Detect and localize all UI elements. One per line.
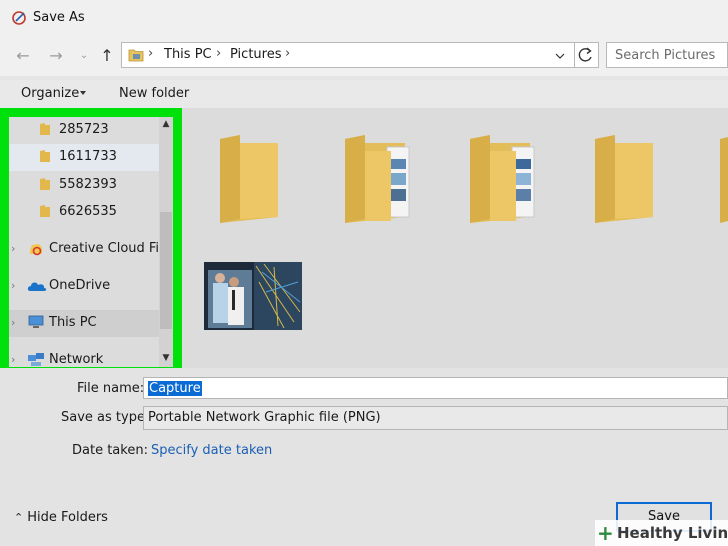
image-thumbnail[interactable] xyxy=(204,262,302,330)
expand-chevron-icon[interactable]: › xyxy=(11,353,15,366)
folder-icon[interactable] xyxy=(718,133,728,225)
nav-item-label: 5582393 xyxy=(59,177,117,192)
nav-item-folder-6626535[interactable]: 6626535 xyxy=(9,199,159,226)
folder-icon xyxy=(40,123,50,135)
address-dropdown-icon[interactable] xyxy=(552,49,568,63)
window-title: Save As xyxy=(33,10,85,25)
watermark-text: Healthy Living xyxy=(617,524,728,542)
forward-arrow-icon[interactable]: → xyxy=(46,46,66,66)
chevron-up-icon: ⌃ xyxy=(14,511,24,524)
organize-button[interactable]: Organize xyxy=(21,86,79,101)
folder-icon xyxy=(40,150,50,162)
folder-with-files-icon[interactable] xyxy=(468,133,538,225)
nav-item-label: 6626535 xyxy=(59,204,117,219)
save-as-type-label: Save as type: xyxy=(61,410,150,425)
search-placeholder: Search Pictures xyxy=(615,48,716,63)
watermark: + Healthy Living xyxy=(595,520,728,546)
expand-chevron-icon[interactable]: › xyxy=(11,316,15,329)
new-folder-button[interactable]: New folder xyxy=(119,86,189,101)
back-arrow-icon[interactable]: ← xyxy=(13,46,33,66)
search-input[interactable]: Search Pictures xyxy=(606,42,728,68)
specify-date-taken-link[interactable]: Specify date taken xyxy=(151,443,272,458)
creative-cloud-icon xyxy=(30,244,42,256)
folder-icon[interactable] xyxy=(218,133,280,225)
refresh-icon xyxy=(578,47,592,62)
address-bar[interactable]: › This PC › Pictures › xyxy=(121,42,575,68)
breadcrumb-this-pc[interactable]: This PC xyxy=(164,47,212,62)
up-arrow-icon[interactable]: ↑ xyxy=(97,46,117,66)
nav-item-folder-5582393[interactable]: 5582393 xyxy=(9,172,159,199)
save-as-app-icon xyxy=(12,11,26,25)
nav-item-folder-1611733[interactable]: 1611733 xyxy=(9,144,159,171)
folder-icon[interactable] xyxy=(593,133,655,225)
scroll-thumb[interactable] xyxy=(160,212,172,329)
folder-icon xyxy=(40,178,50,190)
file-name-label: File name: xyxy=(77,381,145,396)
command-toolbar: Organize New folder xyxy=(0,80,728,108)
expand-chevron-icon[interactable]: › xyxy=(11,279,15,292)
nav-item-label: 285723 xyxy=(59,122,109,137)
date-taken-label: Date taken: xyxy=(72,443,148,458)
plus-logo-icon: + xyxy=(597,521,614,545)
nav-item-label: Creative Cloud Files xyxy=(49,241,159,256)
scroll-down-icon[interactable]: ▼ xyxy=(161,353,171,363)
network-icon xyxy=(28,353,44,366)
scroll-up-icon[interactable]: ▲ xyxy=(161,119,171,129)
expand-chevron-icon[interactable]: › xyxy=(11,242,15,255)
hide-folders-button[interactable]: ⌃ Hide Folders xyxy=(14,510,108,525)
nav-item-label: Network xyxy=(49,352,104,367)
breadcrumb-separator-icon[interactable]: › xyxy=(285,46,290,61)
folder-with-files-icon[interactable] xyxy=(343,133,413,225)
navigation-pane: 285723 1611733 5582393 6626535 › Creativ… xyxy=(0,108,182,376)
pictures-folder-icon xyxy=(128,49,144,62)
file-name-value: Capture xyxy=(148,381,202,396)
nav-item-label: OneDrive xyxy=(49,278,111,293)
hide-folders-label: Hide Folders xyxy=(27,510,108,525)
nav-item-onedrive[interactable]: › OneDrive xyxy=(9,273,159,300)
nav-item-creative-cloud-files[interactable]: › Creative Cloud Files xyxy=(9,236,159,263)
breadcrumb-pictures[interactable]: Pictures xyxy=(230,47,281,62)
file-name-input[interactable]: Capture xyxy=(143,377,728,399)
title-bar: Save As xyxy=(0,0,728,36)
onedrive-icon xyxy=(27,282,47,291)
refresh-button[interactable] xyxy=(575,42,599,68)
folder-icon xyxy=(40,205,50,217)
nav-item-label: This PC xyxy=(49,315,97,330)
breadcrumb-separator-icon: › xyxy=(148,46,154,61)
nav-pane-scrollbar[interactable]: ▲ ▼ xyxy=(159,117,173,367)
nav-item-label: 1611733 xyxy=(59,149,117,164)
breadcrumb-separator-icon: › xyxy=(216,46,222,61)
computer-icon xyxy=(28,315,44,328)
save-as-type-select[interactable]: Portable Network Graphic file (PNG) xyxy=(143,406,728,430)
nav-item-this-pc[interactable]: › This PC xyxy=(9,310,159,337)
organize-dropdown-icon[interactable] xyxy=(80,91,86,95)
save-as-type-value: Portable Network Graphic file (PNG) xyxy=(148,410,381,425)
recent-locations-chevron-icon[interactable]: ⌄ xyxy=(74,46,94,66)
nav-item-folder-285723[interactable]: 285723 xyxy=(9,117,159,144)
